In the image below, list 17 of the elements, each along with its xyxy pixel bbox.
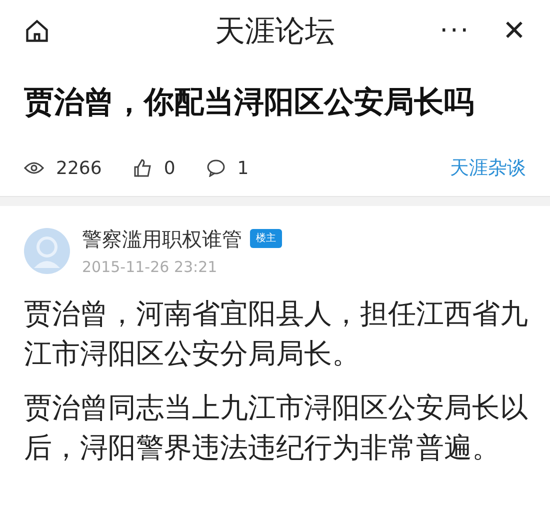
- thumbs-up-icon[interactable]: [134, 159, 152, 177]
- body-paragraph: 贾治曾同志当上九江市浔阳区公安局长以后，浔阳警界违法违纪行为非常普遍。: [24, 390, 529, 466]
- post-time: 2015-11-26 23:21: [82, 256, 218, 278]
- like-count: 0: [164, 156, 176, 180]
- view-count: 2266: [56, 156, 102, 180]
- author-name[interactable]: 警察滥用职权谁管: [82, 224, 242, 254]
- comment-icon[interactable]: [207, 159, 226, 177]
- board-link[interactable]: 天涯杂谈: [450, 154, 526, 182]
- eye-icon: [24, 161, 44, 175]
- post-title: 贾治曾，你配当浔阳区公安局长吗: [24, 84, 475, 122]
- app-title: 天涯论坛: [214, 12, 335, 50]
- more-button[interactable]: ···: [440, 12, 471, 50]
- close-button[interactable]: ✕: [502, 10, 526, 52]
- owner-badge: 楼主: [250, 229, 282, 248]
- home-icon[interactable]: [24, 18, 50, 44]
- comment-count: 1: [237, 156, 249, 180]
- body-paragraph: 贾治曾，河南省宜阳县人，担任江西省九江市浔阳区公安分局局长。: [24, 296, 529, 372]
